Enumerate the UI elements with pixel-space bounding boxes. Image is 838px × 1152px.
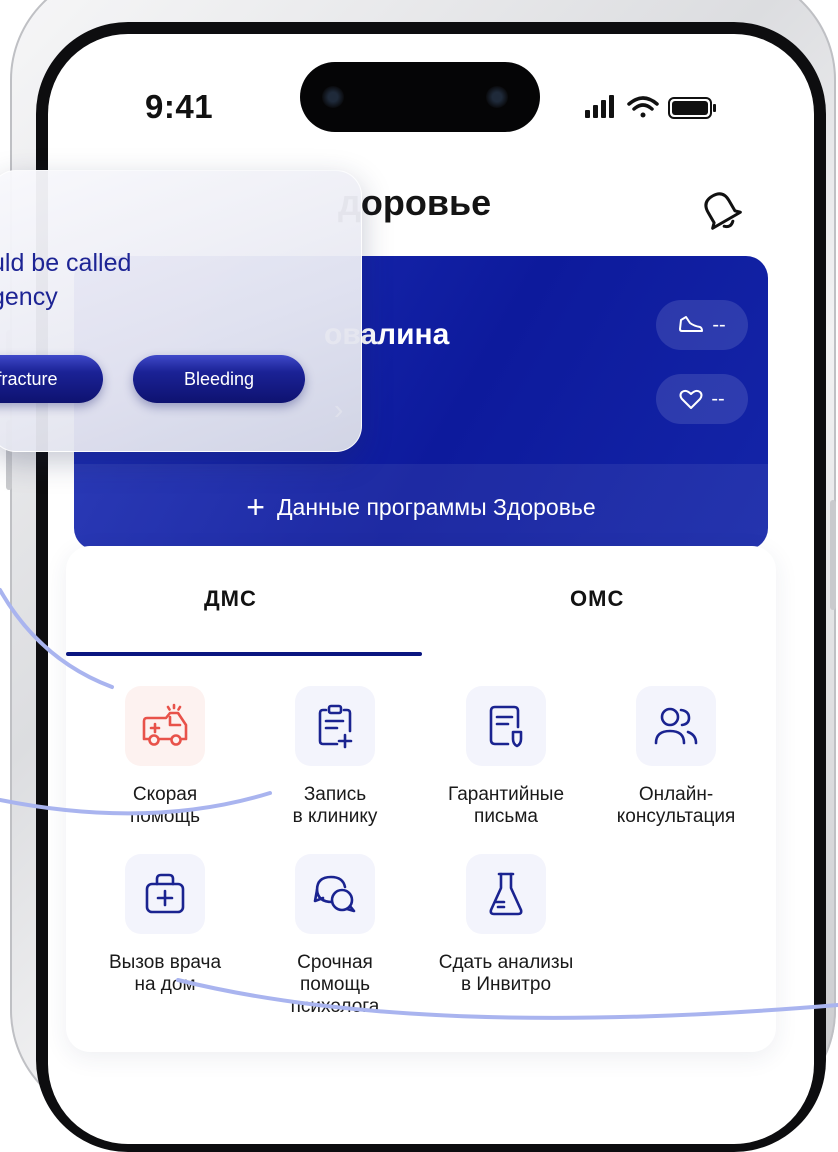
active-tab-indicator (66, 652, 422, 656)
users-icon (636, 686, 716, 766)
heart-icon (679, 389, 703, 409)
status-icons (585, 95, 716, 119)
sneaker-icon (679, 316, 704, 332)
clipboard-plus-icon (295, 686, 375, 766)
wifi-icon (627, 96, 659, 118)
chip-bleeding[interactable]: Bleeding (133, 355, 305, 403)
steps-pill[interactable]: -- (656, 300, 748, 350)
popup-text-line-2: gency (0, 283, 58, 311)
steps-value: -- (712, 313, 726, 336)
service-label: Запись в клинику (292, 784, 378, 827)
bell-icon[interactable] (698, 184, 742, 234)
phone-power-button (830, 500, 836, 610)
services-card: ДМС ОМС Скорая помощь Запись в клинику Г… (66, 546, 776, 1052)
document-shield-icon (466, 686, 546, 766)
sensor-icon (486, 86, 508, 108)
service-label: Скорая помощь (129, 784, 201, 827)
battery-icon (668, 97, 716, 119)
tab-oms[interactable]: ОМС (570, 586, 624, 612)
popup-text-line-1: uld be called (0, 249, 132, 277)
status-time: 9:41 (145, 88, 214, 125)
tab-dms[interactable]: ДМС (204, 586, 257, 612)
add-health-data-label: Данные программы Здоровье (276, 493, 596, 520)
add-health-data-button[interactable]: + Данные программы Здоровье (74, 464, 768, 550)
service-label: Онлайн- консультация (616, 784, 736, 827)
medical-bag-icon (125, 854, 205, 934)
ambulance-icon (125, 686, 205, 766)
signal-icon (585, 95, 614, 118)
service-label: Срочная помощь психолога (290, 952, 380, 1017)
service-label: Гарантийные письма (447, 784, 565, 827)
emergency-popup: uld be called gency fracture Bleeding (0, 170, 362, 452)
plus-icon: + (246, 489, 265, 525)
dynamic-island (300, 62, 540, 132)
heart-value: -- (711, 387, 725, 410)
service-label: Вызов врача на дом (108, 952, 222, 995)
chat-bubbles-icon (295, 854, 375, 934)
chip-fracture[interactable]: fracture (0, 355, 103, 403)
flask-icon (466, 854, 546, 934)
camera-icon (322, 86, 344, 108)
heart-pill[interactable]: -- (656, 374, 748, 424)
service-label: Сдать анализы в Инвитро (438, 952, 574, 995)
